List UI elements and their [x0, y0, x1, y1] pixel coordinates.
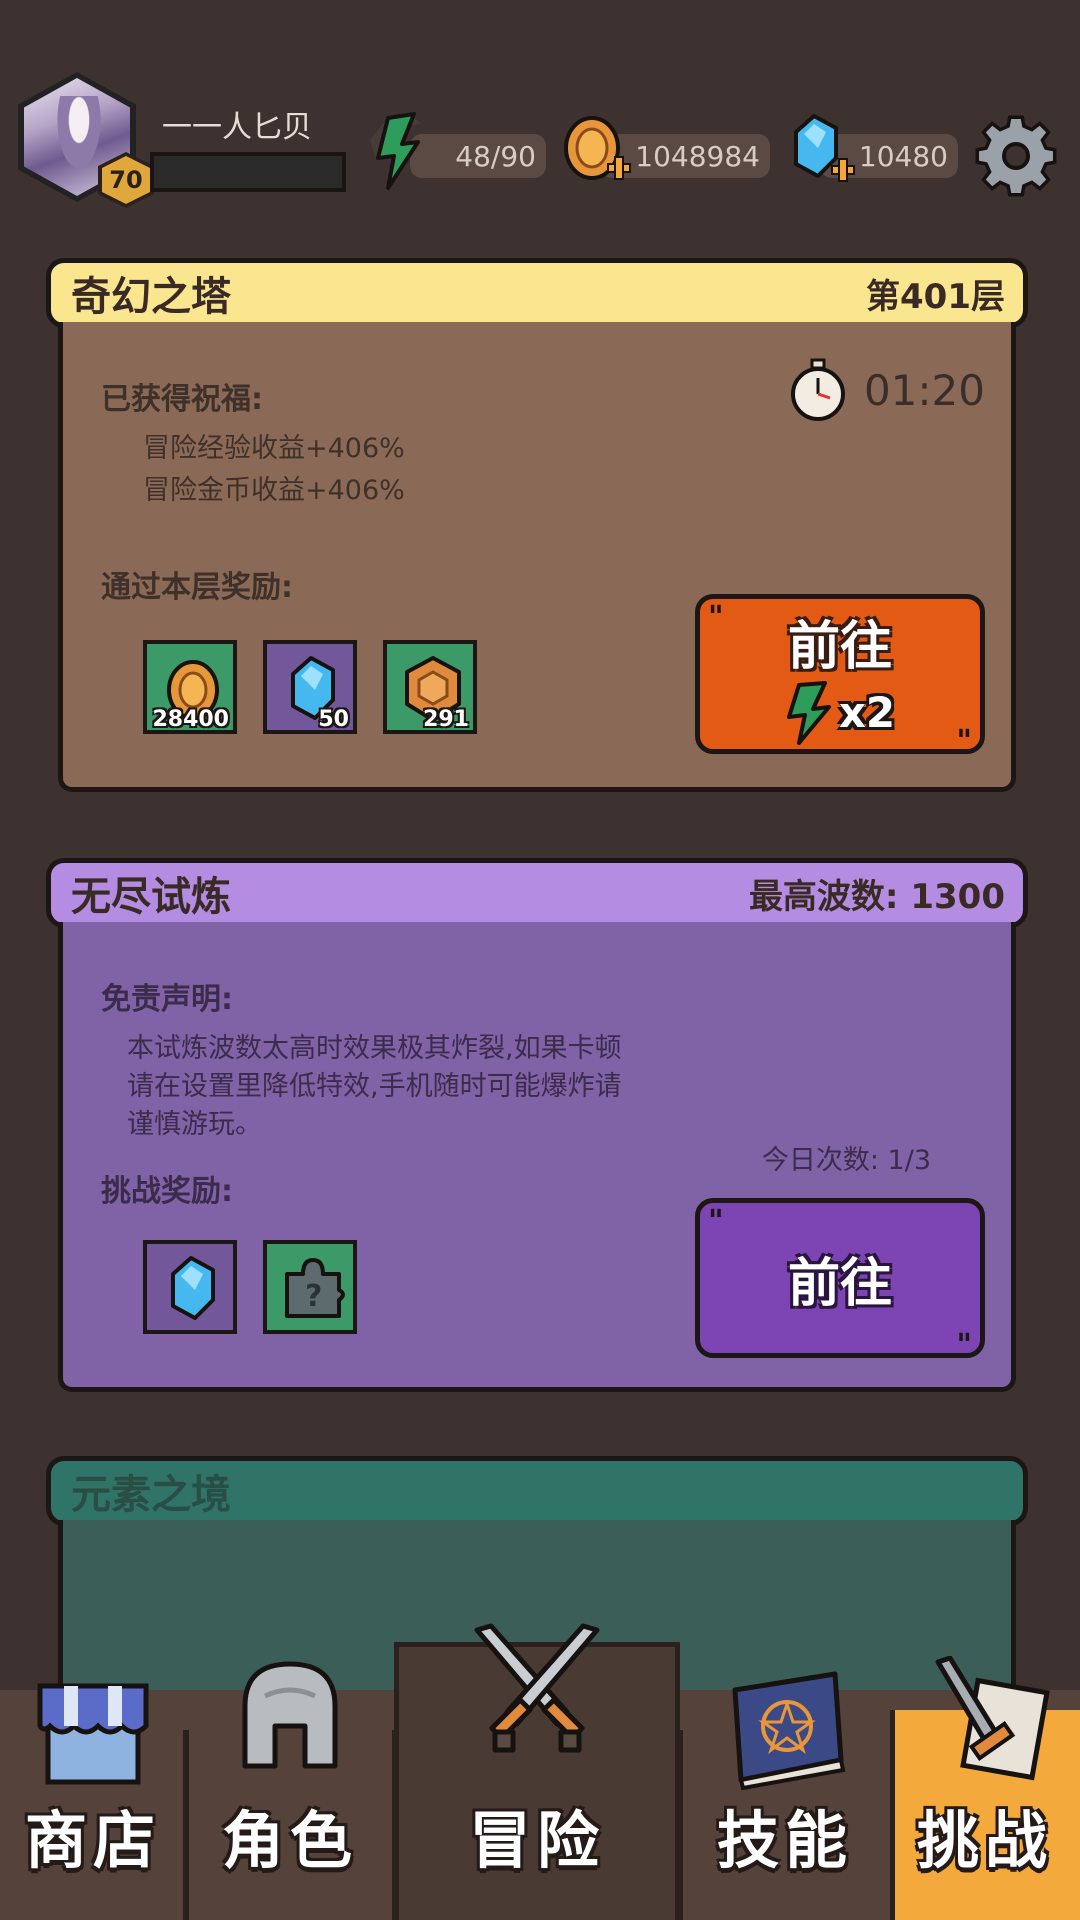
nav-skill-label: 技能 [716, 1804, 853, 1877]
stopwatch-icon [790, 358, 845, 421]
sword-scroll-icon [935, 1656, 1050, 1781]
nav-shop-label: 商店 [24, 1804, 161, 1877]
player-name: 一一人匕贝 [162, 110, 312, 145]
tower-panel-header: 奇幻之塔 第401层 [46, 258, 1028, 328]
tower-panel: 已获得祝福: 冒险经验收益+406% 冒险金币收益+406% 01:20 通过本… [58, 322, 1016, 792]
blessing-exp: 冒险经验收益+406% [143, 433, 405, 464]
floor-reward-label: 通过本层奖励: [101, 570, 293, 605]
crossed-swords-icon [474, 1623, 600, 1753]
disclaimer-line: 本试炼波数太高时效果极其炸裂,如果卡顿 [127, 1033, 622, 1064]
nav-shop[interactable]: 商店 [0, 1640, 186, 1920]
nav-skill[interactable]: 技能 [680, 1640, 890, 1920]
tower-timer: 01:20 [788, 358, 985, 422]
nav-adventure-label: 冒险 [468, 1804, 605, 1877]
nav-role-label: 角色 [221, 1804, 358, 1877]
tower-go-button[interactable]: " 前往 x2 " [695, 594, 985, 759]
blessing-label: 已获得祝福: [101, 382, 263, 417]
reward-gold[interactable]: 28400 [143, 640, 237, 734]
cost-row: x2 [785, 680, 896, 745]
nav-role[interactable]: 角色 [186, 1640, 394, 1920]
endless-title: 无尽试炼 [71, 874, 231, 920]
gold-coin-plus-icon[interactable] [558, 110, 636, 194]
reward-mystery[interactable]: ? [263, 1240, 357, 1334]
challenge-reward-label: 挑战奖励: [101, 1174, 233, 1209]
endless-go-button[interactable]: " 前往 " [695, 1198, 985, 1363]
reward-qty: 28400 [152, 707, 229, 732]
knight-helmet-icon [242, 1661, 338, 1769]
blessing-gold: 冒险金币收益+406% [143, 475, 405, 506]
lightning-energy-icon [370, 112, 422, 192]
nav-challenge[interactable]: 挑战 [890, 1640, 1080, 1920]
blue-gem-icon [171, 1256, 215, 1320]
endless-go-label: 前往 [787, 1253, 892, 1314]
spellbook-icon [732, 1671, 846, 1790]
disclaimer-line: 请在设置里降低特效,手机随时可能爆炸请 [127, 1071, 622, 1102]
settings-gear-icon[interactable] [972, 112, 1060, 200]
tower-floor: 第401层 [866, 276, 1005, 317]
quote-mark: " [956, 724, 972, 759]
shop-stall-icon [37, 1683, 149, 1785]
nav-challenge-label: 挑战 [916, 1804, 1053, 1877]
lightning-energy-icon [786, 680, 831, 745]
experience-bar [150, 152, 346, 192]
disclaimer-line: 谨慎游玩。 [127, 1109, 262, 1140]
reward-token[interactable]: 291 [383, 640, 477, 734]
tower-go-label: 前往 [787, 616, 892, 677]
reward-gem[interactable]: 50 [263, 640, 357, 734]
endless-panel: 免责声明: 本试炼波数太高时效果极其炸裂,如果卡顿 请在设置里降低特效,手机随时… [58, 922, 1016, 1392]
reward-qty: 291 [423, 707, 469, 732]
blue-gem-plus-icon[interactable] [782, 110, 860, 194]
bottom-nav: 商店 角色 冒险 技能 挑战 [0, 1623, 1080, 1920]
top-bar: 70 一一人匕贝 48/90 1048984 10480 [0, 60, 1080, 210]
daily-attempts: 今日次数: 1/3 [761, 1145, 931, 1176]
endless-panel-header: 无尽试炼 最高波数: 1300 [46, 858, 1028, 928]
level-value: 70 [102, 156, 150, 204]
energy-cost: x2 [838, 688, 896, 737]
disclaimer-label: 免责声明: [101, 982, 233, 1017]
element-title: 元素之境 [71, 1472, 231, 1518]
quote-mark: " [956, 1328, 972, 1363]
reward-gem[interactable] [143, 1240, 237, 1334]
mystery-puzzle-icon: ? [285, 1258, 345, 1318]
nav-adventure[interactable]: 冒险 [394, 1612, 680, 1920]
quote-mark: " [708, 600, 724, 635]
quote-mark: " [708, 1204, 724, 1239]
reward-qty: 50 [318, 707, 349, 732]
tower-title: 奇幻之塔 [71, 274, 231, 320]
energy-counter: 48/90 [410, 134, 546, 178]
max-wave: 最高波数: 1300 [748, 876, 1005, 917]
svg-text:?: ? [305, 1279, 322, 1314]
element-panel-header[interactable]: 元素之境 [46, 1456, 1028, 1526]
timer-text: 01:20 [863, 365, 985, 415]
